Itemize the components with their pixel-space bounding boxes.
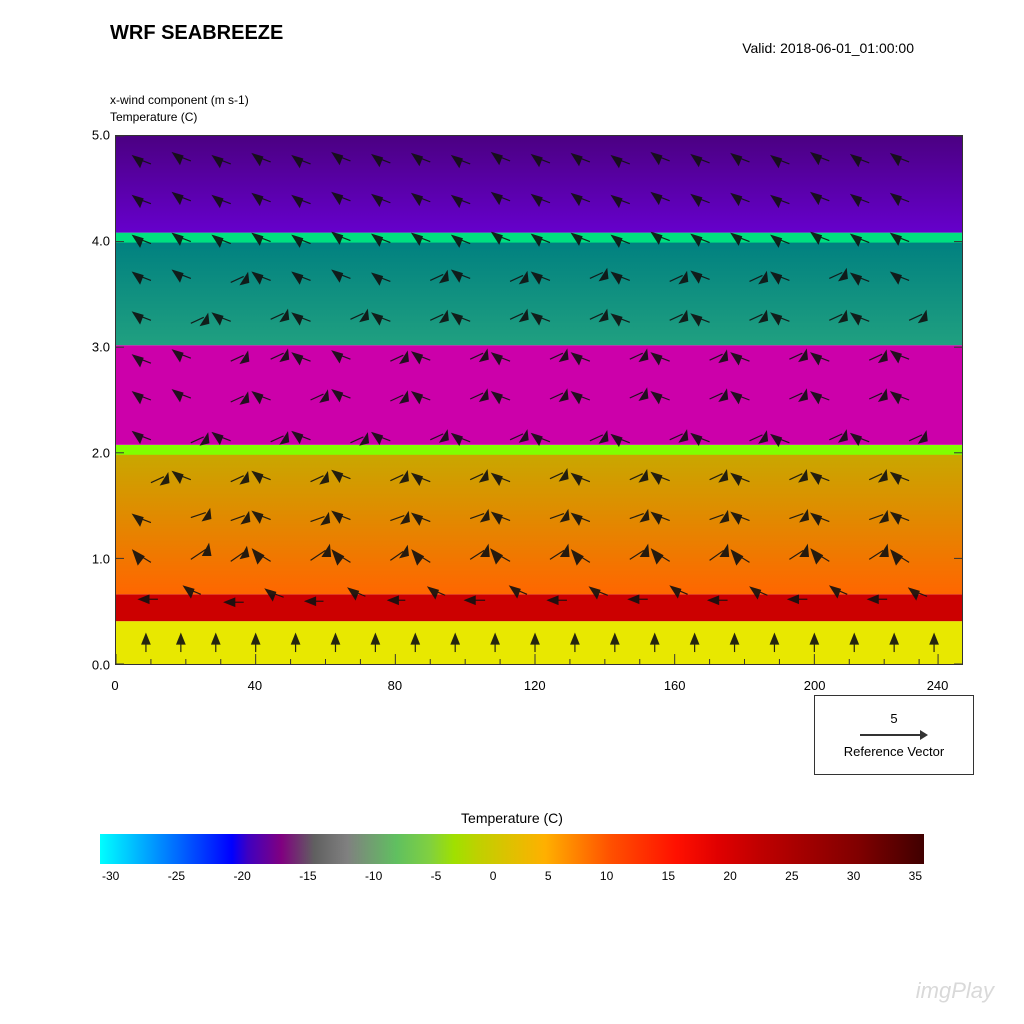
y-tick-5: 5.0 (92, 128, 110, 143)
cb-tick-neg20: -20 (233, 869, 250, 883)
x-tick-200: 200 (804, 678, 826, 693)
valid-time: Valid: 2018-06-01_01:00:00 (742, 40, 914, 56)
chart-title: WRF SEABREEZE (110, 22, 283, 45)
colorbar-title: Temperature (C) (100, 810, 924, 826)
plot-frame (115, 135, 963, 665)
cb-tick-10: 10 (600, 869, 613, 883)
cb-tick-20: 20 (723, 869, 736, 883)
cb-tick-neg10: -10 (365, 869, 382, 883)
x-tick-120: 120 (524, 678, 546, 693)
y-tick-2: 2.0 (92, 446, 110, 461)
ref-vector-arrow (860, 730, 928, 740)
watermark: imgPlay (916, 978, 994, 1004)
cb-tick-neg5: -5 (431, 869, 442, 883)
chart-area: 0.0 1.0 2.0 3.0 4.0 5.0 (75, 135, 965, 665)
cb-tick-0: 0 (490, 869, 497, 883)
y-tick-1: 1.0 (92, 552, 110, 567)
ref-vector-label: Reference Vector (844, 744, 944, 759)
cb-tick-35: 35 (909, 869, 922, 883)
x-tick-40: 40 (248, 678, 262, 693)
y-tick-0: 0.0 (92, 658, 110, 673)
x-tick-0: 0 (111, 678, 118, 693)
cb-tick-30: 30 (847, 869, 860, 883)
colorbar-gradient (100, 834, 924, 864)
ref-vector-line (860, 734, 920, 736)
cb-tick-15: 15 (662, 869, 675, 883)
x-tick-160: 160 (664, 678, 686, 693)
cb-tick-5: 5 (545, 869, 552, 883)
cb-tick-25: 25 (785, 869, 798, 883)
y-tick-3: 3.0 (92, 340, 110, 355)
colorbar-ticks: -30 -25 -20 -15 -10 -5 0 5 10 15 20 25 3… (100, 869, 924, 883)
background-svg (116, 136, 962, 664)
cb-tick-neg15: -15 (299, 869, 316, 883)
cb-tick-neg25: -25 (168, 869, 185, 883)
ref-vector-value: 5 (890, 711, 897, 726)
reference-vector-box: 5 Reference Vector (814, 695, 974, 775)
y-tick-4: 4.0 (92, 234, 110, 249)
cb-tick-neg30: -30 (102, 869, 119, 883)
y-axis-label: x-wind component (m s-1) Temperature (C) (110, 92, 249, 126)
colorbar-section: Temperature (C) -30 -25 -20 -15 -10 -5 0… (100, 810, 924, 883)
x-tick-80: 80 (388, 678, 402, 693)
x-tick-240: 240 (927, 678, 949, 693)
ref-vector-arrowhead (920, 730, 928, 740)
page-container: WRF SEABREEZE Valid: 2018-06-01_01:00:00… (0, 0, 1024, 1024)
y-axis: 0.0 1.0 2.0 3.0 4.0 5.0 (75, 135, 115, 665)
